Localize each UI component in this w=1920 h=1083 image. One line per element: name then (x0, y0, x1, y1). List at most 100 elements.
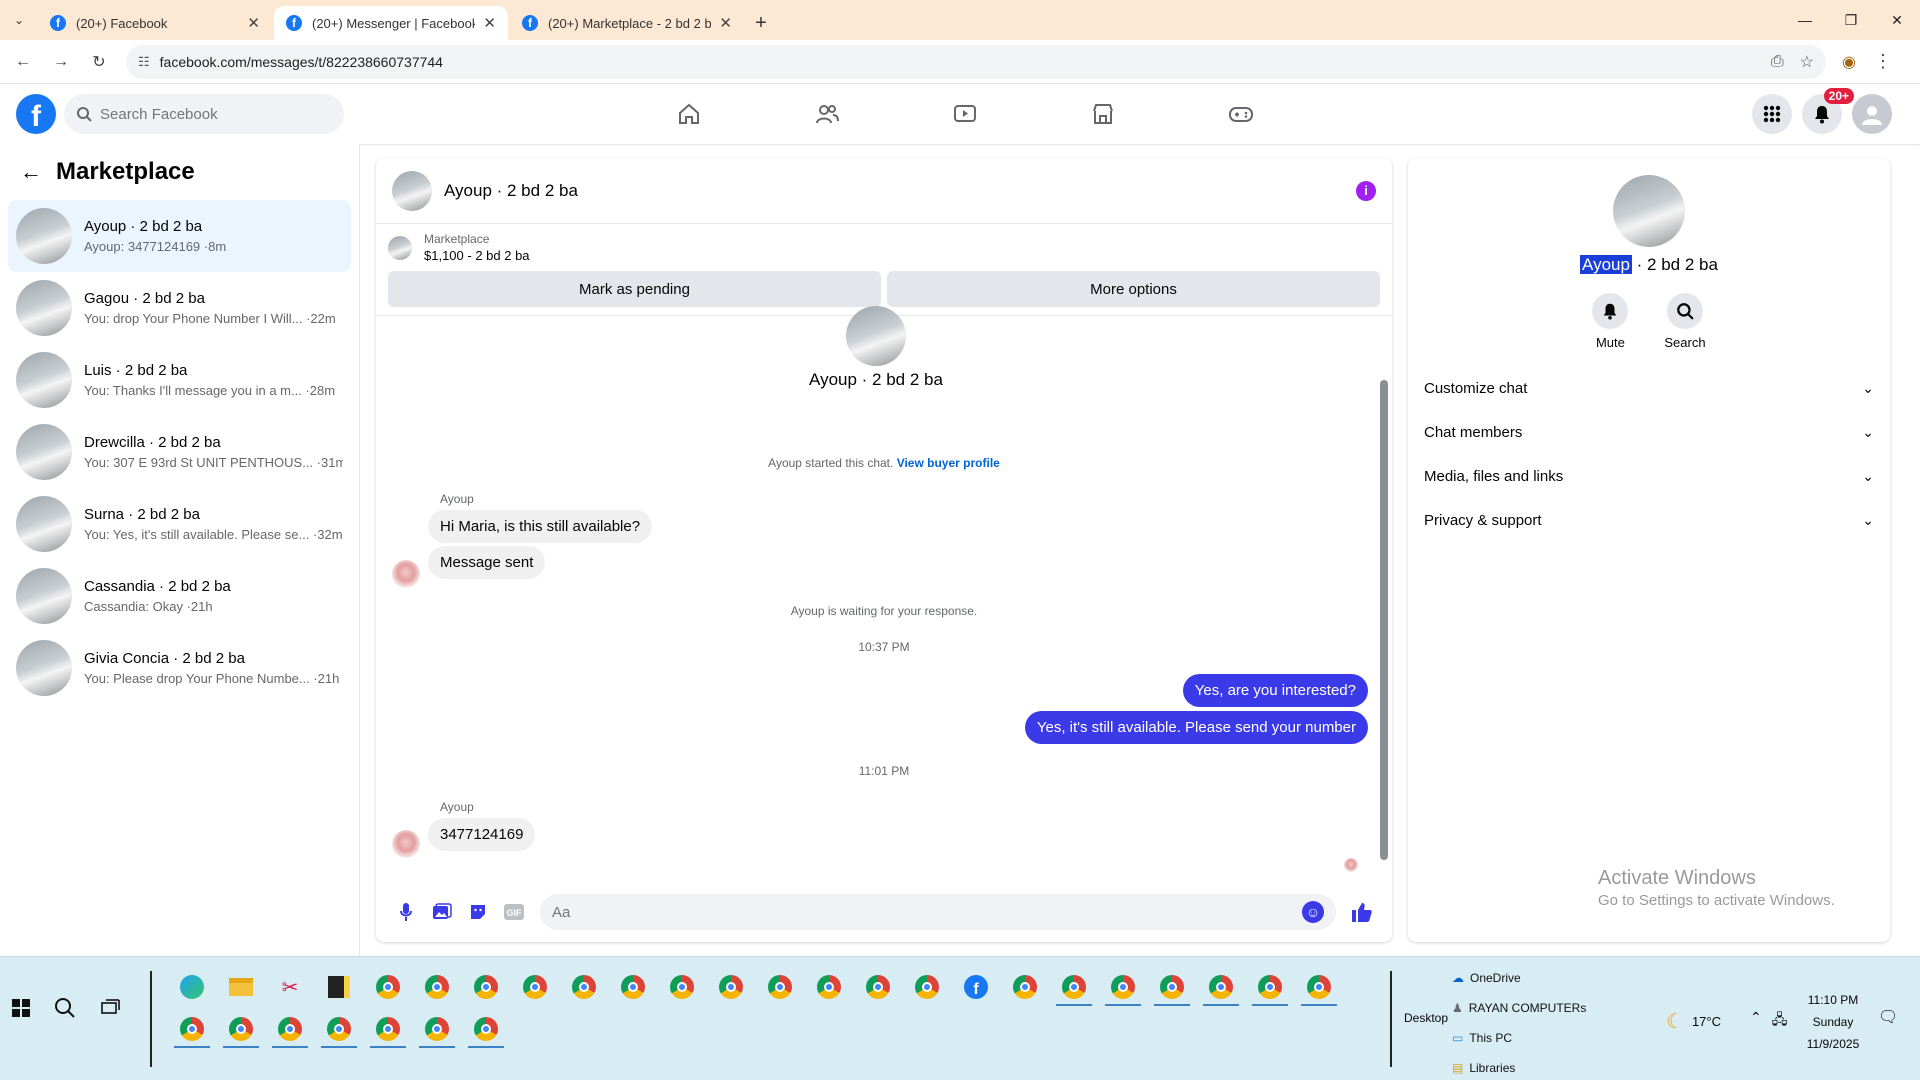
chrome-profile-icon[interactable] (223, 1012, 259, 1048)
user-folder-item[interactable]: ♟ RAYAN COMPUTERs (1452, 993, 1586, 1023)
close-tab-icon[interactable]: ✕ (247, 14, 260, 32)
marketplace-icon[interactable] (1034, 84, 1172, 144)
chrome-profile-icon[interactable] (762, 970, 798, 1006)
photo-icon[interactable] (424, 903, 460, 921)
reload-icon[interactable]: ↻ (84, 52, 114, 72)
chrome-profile-icon[interactable] (419, 1012, 455, 1048)
incoming-message[interactable]: Hi Maria, is this still available? (428, 510, 653, 543)
tab-messenger[interactable]: f (20+) Messenger | Facebook ✕ (274, 6, 508, 40)
task-view-icon[interactable] (100, 999, 120, 1017)
listing-banner[interactable]: Marketplace $1,100 - 2 bd 2 ba (376, 224, 1392, 263)
edge-icon[interactable] (174, 970, 210, 1006)
media-files-links-section[interactable]: Media, files and links ⌄ (1408, 454, 1890, 498)
chrome-profile-icon[interactable] (811, 970, 847, 1006)
gif-icon[interactable]: GIF (496, 904, 532, 920)
windows-start-icon[interactable] (12, 999, 30, 1017)
chrome-profile-icon[interactable] (1252, 970, 1288, 1006)
sender-avatar[interactable] (392, 830, 420, 858)
taskbar-search-icon[interactable] (54, 997, 76, 1019)
tab-search-icon[interactable]: ⌄ (0, 0, 38, 40)
view-buyer-profile-link[interactable]: View buyer profile (897, 456, 1000, 470)
chrome-profile-icon[interactable] (860, 970, 896, 1006)
site-info-icon[interactable]: ☷ (138, 54, 150, 70)
url-field[interactable]: ☷ facebook.com/messages/t/82223866073774… (126, 44, 1826, 79)
chrome-profile-icon[interactable] (468, 970, 504, 1006)
browser-menu-icon[interactable]: ⋮ (1874, 51, 1892, 72)
chrome-profile-icon[interactable] (1105, 970, 1141, 1006)
search-action[interactable]: Search (1664, 293, 1706, 350)
outgoing-message[interactable]: Yes, are you interested? (1182, 674, 1368, 707)
mark-pending-button[interactable]: Mark as pending (388, 271, 881, 307)
chrome-profile-icon[interactable] (517, 970, 553, 1006)
bookmark-star-icon[interactable]: ☆ (1800, 52, 1814, 72)
this-pc-item[interactable]: ▭ This PC (1452, 1023, 1586, 1053)
conversation-item[interactable]: Givia Concia · 2 bd 2 ba You: Please drop… (8, 632, 351, 704)
chrome-profile-icon[interactable] (419, 970, 455, 1006)
close-tab-icon[interactable]: ✕ (719, 14, 732, 32)
sticker-icon[interactable] (460, 903, 496, 921)
message-list[interactable]: Ayoup · 2 bd 2 ba Ayoup started this cha… (376, 306, 1392, 890)
notifications-bell-icon[interactable]: 20+ (1802, 88, 1854, 134)
outgoing-message[interactable]: Yes, it's still available. Please send y… (1024, 711, 1368, 744)
file-explorer-icon[interactable] (223, 970, 259, 1006)
onedrive-item[interactable]: ☁ OneDrive (1452, 963, 1586, 993)
back-arrow-icon[interactable]: ← (20, 159, 42, 185)
network-icon[interactable]: 🖧 (1772, 1009, 1788, 1033)
conversation-item[interactable]: Gagou · 2 bd 2 ba You: drop Your Phone Nu… (8, 272, 351, 344)
chat-title[interactable]: Ayoup · 2 bd 2 ba (444, 181, 578, 201)
more-options-button[interactable]: More options (887, 271, 1380, 307)
sender-avatar[interactable] (392, 560, 420, 588)
incoming-message[interactable]: 3477124169 (428, 818, 536, 851)
friends-icon[interactable] (758, 84, 896, 144)
microphone-icon[interactable] (388, 902, 424, 922)
chrome-profile-icon[interactable] (1056, 970, 1092, 1006)
chrome-profile-icon[interactable] (468, 1012, 504, 1048)
tray-overflow-icon[interactable]: ⌃ (1750, 1009, 1762, 1033)
chrome-profile-icon[interactable] (1301, 970, 1337, 1006)
message-input-box[interactable]: ☺ (540, 894, 1336, 930)
chrome-profile-icon[interactable] (713, 970, 749, 1006)
mute-action[interactable]: Mute (1592, 293, 1629, 350)
search-input[interactable] (100, 105, 320, 123)
tab-marketplace[interactable]: f (20+) Marketplace - 2 bd 2 ba | ✕ (510, 6, 744, 40)
chrome-profile-icon[interactable] (1154, 970, 1190, 1006)
privacy-support-section[interactable]: Privacy & support ⌄ (1408, 498, 1890, 542)
video-icon[interactable] (896, 84, 1034, 144)
libraries-item[interactable]: ▤ Libraries (1452, 1053, 1586, 1083)
minimize-icon[interactable]: — (1782, 0, 1828, 40)
tab-facebook[interactable]: f (20+) Facebook ✕ (38, 6, 272, 40)
desktop-toolbar-label[interactable]: Desktop (1404, 1011, 1448, 1025)
info-icon[interactable]: i (1356, 180, 1376, 201)
conversation-item[interactable]: Cassandia · 2 bd 2 ba Cassandia: Okay ·21… (8, 560, 351, 632)
chat-avatar[interactable] (392, 170, 432, 211)
chrome-profile-icon[interactable] (566, 970, 602, 1006)
account-avatar[interactable] (1852, 94, 1892, 134)
sticky-notes-icon[interactable] (321, 970, 357, 1006)
clock[interactable]: 11:10 PM Sunday 11/9/2025 (1800, 989, 1866, 1055)
details-avatar[interactable] (1613, 175, 1685, 247)
chrome-profile-icon[interactable] (321, 1012, 357, 1048)
chat-members-section[interactable]: Chat members ⌄ (1408, 410, 1890, 454)
conversation-item[interactable]: Luis · 2 bd 2 ba You: Thanks I'll message… (8, 344, 351, 416)
weather-widget[interactable]: ☾ 17°C (1666, 1009, 1721, 1034)
menu-grid-icon[interactable] (1752, 94, 1792, 134)
chrome-profile-icon[interactable] (909, 970, 945, 1006)
conversation-item[interactable]: Drewcilla · 2 bd 2 ba You: 307 E 93rd St … (8, 416, 351, 488)
conversation-item[interactable]: Surna · 2 bd 2 ba You: Yes, it's still av… (8, 488, 351, 560)
snipping-tool-icon[interactable]: ✂ (272, 970, 308, 1006)
chrome-profile-icon[interactable] (615, 970, 651, 1006)
conversation-item[interactable]: Ayoup · 2 bd 2 ba Ayoup: 3477124169 ·8m (8, 200, 351, 272)
restore-icon[interactable]: ❐ (1828, 0, 1874, 40)
facebook-search[interactable] (64, 94, 344, 134)
close-window-icon[interactable]: ✕ (1874, 0, 1920, 40)
chrome-profile-icon[interactable] (370, 1012, 406, 1048)
chrome-profile-icon[interactable] (664, 970, 700, 1006)
emoji-icon[interactable]: ☺ (1302, 901, 1324, 923)
gaming-icon[interactable] (1172, 84, 1310, 144)
message-input[interactable] (552, 903, 1302, 921)
scrollbar-thumb[interactable] (1380, 380, 1388, 860)
incoming-message[interactable]: Message sent (428, 546, 546, 579)
new-tab-button[interactable]: + (746, 6, 776, 40)
like-thumbs-up-icon[interactable] (1344, 901, 1380, 923)
chrome-profile-icon[interactable] (174, 1012, 210, 1048)
